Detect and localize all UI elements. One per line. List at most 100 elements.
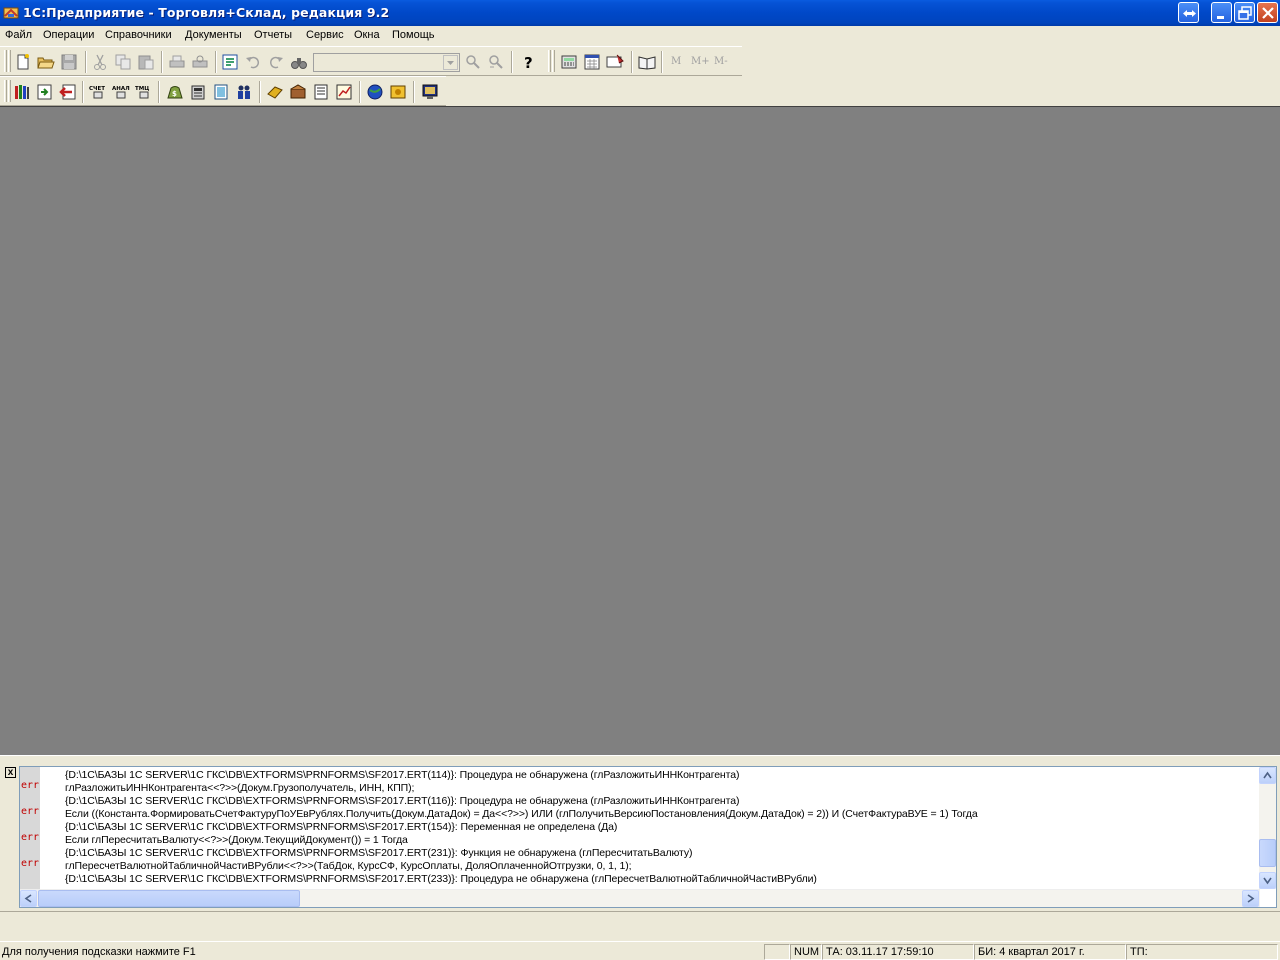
copy-icon[interactable] (113, 52, 133, 72)
help-question-icon[interactable]: ? (518, 52, 538, 72)
1c-app-icon[interactable] (3, 5, 19, 21)
cut-scissors-icon[interactable] (90, 52, 110, 72)
message-line[interactable]: Если ((Константа.ФормироватьСчетФактуруП… (65, 808, 978, 821)
analytics-icon[interactable]: АНАЛ (111, 82, 131, 102)
toolbar-separator (359, 81, 361, 103)
memory-add-button[interactable]: M+ (691, 56, 710, 67)
print-preview-icon[interactable] (190, 52, 210, 72)
new-document-icon[interactable] (13, 52, 33, 72)
books-icon[interactable] (12, 82, 32, 102)
scroll-up-icon[interactable] (1259, 767, 1276, 784)
toolbar-separator (161, 51, 163, 73)
toolbar-grip[interactable] (552, 50, 555, 72)
toolbar-grip[interactable] (4, 50, 7, 72)
calculator-icon[interactable] (559, 52, 579, 72)
close-icon[interactable] (1257, 2, 1278, 23)
money-bag-icon[interactable]: $ (165, 82, 185, 102)
register-icon[interactable] (311, 82, 331, 102)
find-next-icon[interactable] (463, 52, 483, 72)
message-line[interactable]: {D:\1C\БАЗЫ 1С SERVER\1С ГКС\DB\EXTFORMS… (65, 769, 739, 782)
currency-icon[interactable] (388, 82, 408, 102)
menu-operations[interactable]: Операции (43, 29, 94, 41)
warehouse-icon[interactable] (288, 82, 308, 102)
status-empty-cell (764, 944, 790, 960)
menu-reports[interactable]: Отчеты (254, 29, 292, 41)
menu-help[interactable]: Помощь (392, 29, 435, 41)
menu-references[interactable]: Справочники (105, 29, 172, 41)
window-tabs-bar (0, 911, 1280, 941)
svg-text:ТМЦ: ТМЦ (135, 86, 149, 92)
svg-text:$: $ (172, 90, 177, 98)
status-bi: БИ: 4 квартал 2017 г. (974, 944, 1126, 960)
items-icon[interactable]: ТМЦ (134, 82, 154, 102)
globe-exchange-icon[interactable] (365, 82, 385, 102)
toolbar-grip[interactable] (548, 50, 551, 72)
report-chart-icon[interactable] (334, 82, 354, 102)
undo-icon[interactable] (243, 52, 263, 72)
title-bar[interactable]: 1С:Предприятие - Торговля+Склад, редакци… (0, 0, 1280, 26)
monitor-icon[interactable] (420, 82, 440, 102)
message-line[interactable]: Если глПересчитатьВалюту<<?>>(Докум.Теку… (65, 834, 408, 847)
export-data-icon[interactable] (58, 82, 78, 102)
message-line[interactable]: глПересчетВалютнойТабличнойЧастиВРубли<<… (65, 860, 632, 873)
message-window[interactable]: err err err err {D:\1C\БАЗЫ 1С SERVER\1С… (19, 766, 1277, 908)
tip-of-day-icon[interactable] (605, 52, 625, 72)
paste-icon[interactable] (136, 52, 156, 72)
open-book-icon[interactable] (637, 52, 657, 72)
horizontal-scrollbar[interactable] (20, 889, 1260, 907)
menu-documents[interactable]: Документы (185, 29, 242, 41)
properties-icon[interactable] (220, 52, 240, 72)
memory-store-button[interactable]: M (671, 56, 681, 67)
toolbar-separator (413, 81, 415, 103)
vertical-scroll-thumb[interactable] (1259, 839, 1276, 867)
menu-file[interactable]: Файл (5, 29, 32, 41)
menu-bar: Файл Операции Справочники Документы Отче… (0, 26, 1280, 45)
contacts-icon[interactable] (234, 82, 254, 102)
toolbar-separator (82, 81, 84, 103)
svg-text:СЧЕТ: СЧЕТ (89, 86, 105, 92)
scroll-down-icon[interactable] (1259, 872, 1276, 889)
goods-box-icon[interactable] (265, 82, 285, 102)
close-icon[interactable]: x (5, 767, 16, 778)
svg-text:АНАЛ: АНАЛ (112, 86, 130, 92)
vertical-scrollbar[interactable] (1259, 767, 1276, 889)
switch-icon[interactable] (1178, 2, 1199, 23)
cash-register-icon[interactable] (188, 82, 208, 102)
panel-splitter[interactable] (0, 755, 1280, 765)
memory-subtract-button[interactable]: M- (714, 56, 728, 67)
toolbar-separator (259, 81, 261, 103)
toolbar-grip[interactable] (4, 80, 7, 102)
toolbar-grip[interactable] (8, 50, 11, 72)
search-combo[interactable] (313, 53, 460, 72)
toolbar-separator (215, 51, 217, 73)
message-line[interactable]: {D:\1C\БАЗЫ 1С SERVER\1С ГКС\DB\EXTFORMS… (65, 873, 817, 886)
scroll-left-icon[interactable] (20, 890, 37, 907)
scroll-right-icon[interactable] (1242, 890, 1259, 907)
redo-icon[interactable] (266, 52, 286, 72)
journal-icon[interactable] (211, 82, 231, 102)
status-bar: Для получения подсказки нажмите F1 NUM Т… (0, 941, 1280, 960)
message-list: err err err err {D:\1C\БАЗЫ 1С SERVER\1С… (20, 769, 1258, 889)
print-icon[interactable] (167, 52, 187, 72)
status-tp: ТП: (1126, 944, 1278, 960)
message-line[interactable]: глРазложитьИННКонтрагента<<?>>(Докум.Гру… (65, 782, 414, 795)
minimize-icon[interactable] (1211, 2, 1232, 23)
save-disk-icon[interactable] (59, 52, 79, 72)
toolbar-grip[interactable] (8, 80, 11, 102)
message-line[interactable]: {D:\1C\БАЗЫ 1С SERVER\1С ГКС\DB\EXTFORMS… (65, 847, 693, 860)
chart-of-accounts-icon[interactable]: СЧЕТ (88, 82, 108, 102)
restore-icon[interactable] (1234, 2, 1255, 23)
open-folder-icon[interactable] (36, 52, 56, 72)
find-binoculars-icon[interactable] (289, 52, 309, 72)
chevron-down-icon[interactable] (443, 55, 458, 70)
find-previous-icon[interactable] (486, 52, 506, 72)
message-line[interactable]: {D:\1C\БАЗЫ 1С SERVER\1С ГКС\DB\EXTFORMS… (65, 795, 739, 808)
operations-toolbar: СЧЕТ АНАЛ ТМЦ $ (0, 76, 446, 106)
menu-service[interactable]: Сервис (306, 29, 344, 41)
horizontal-scroll-thumb[interactable] (38, 890, 300, 907)
mdi-workspace[interactable] (0, 106, 1280, 755)
calendar-icon[interactable] (582, 52, 602, 72)
import-data-icon[interactable] (35, 82, 55, 102)
message-line[interactable]: {D:\1C\БАЗЫ 1С SERVER\1С ГКС\DB\EXTFORMS… (65, 821, 617, 834)
menu-windows[interactable]: Окна (354, 29, 380, 41)
